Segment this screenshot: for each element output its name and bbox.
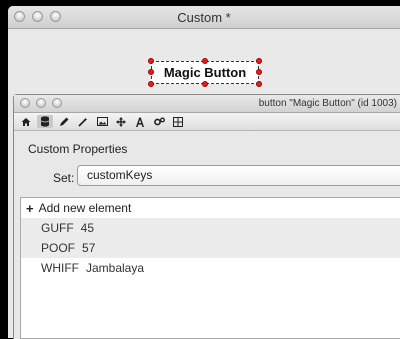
plus-icon: +	[26, 200, 34, 216]
resize-handle-bottom-right[interactable]	[256, 81, 262, 87]
main-titlebar: Custom *	[8, 6, 400, 29]
add-new-element-button[interactable]: + Add new element	[21, 198, 400, 218]
resize-handle-top-right[interactable]	[256, 58, 262, 64]
home-icon[interactable]	[18, 115, 34, 128]
magic-wand-icon[interactable]	[75, 115, 91, 128]
resize-handle-top[interactable]	[202, 58, 208, 64]
inspector-toolbar	[14, 113, 400, 131]
property-key: WHIFF	[41, 261, 79, 275]
inspector-minimize-button[interactable]	[36, 98, 46, 108]
resize-handle-top-left[interactable]	[148, 58, 154, 64]
property-value: 57	[82, 241, 96, 255]
gears-icon[interactable]	[151, 115, 167, 128]
grid-icon[interactable]	[170, 115, 186, 128]
property-value: 45	[80, 221, 95, 235]
custom-properties-table: + Add new element GUFF 45 POOF 57 WHIFF …	[20, 197, 400, 339]
inspector-window: button "Magic Button" (id 1003) Custom P…	[13, 94, 400, 339]
set-label: Set:	[53, 171, 75, 185]
resize-handle-bottom-left[interactable]	[148, 81, 154, 87]
text-icon[interactable]	[132, 115, 148, 128]
property-key: GUFF	[41, 221, 74, 235]
pencil-icon[interactable]	[56, 115, 72, 128]
section-title: Custom Properties	[28, 142, 128, 156]
property-row[interactable]: GUFF 45	[21, 218, 400, 238]
inspector-close-button[interactable]	[20, 98, 30, 108]
resize-handle-right[interactable]	[256, 69, 262, 75]
property-row[interactable]: POOF 57	[21, 238, 400, 258]
resize-handle-left[interactable]	[148, 69, 154, 75]
move-icon[interactable]	[113, 115, 129, 128]
window-title: Custom *	[177, 10, 231, 25]
resize-handle-bottom[interactable]	[202, 81, 208, 87]
image-icon[interactable]	[94, 115, 110, 128]
inspector-titlebar: button "Magic Button" (id 1003)	[14, 95, 400, 113]
set-select[interactable]: customKeys	[77, 165, 400, 186]
property-key: POOF	[41, 241, 76, 255]
add-new-element-label: Add new element	[38, 201, 132, 215]
inspector-zoom-button[interactable]	[52, 98, 62, 108]
database-icon[interactable]	[37, 115, 53, 128]
inspector-title: button "Magic Button" (id 1003)	[258, 98, 397, 109]
property-row[interactable]: WHIFF Jambalaya	[21, 258, 400, 278]
property-value: Jambalaya	[86, 261, 145, 275]
